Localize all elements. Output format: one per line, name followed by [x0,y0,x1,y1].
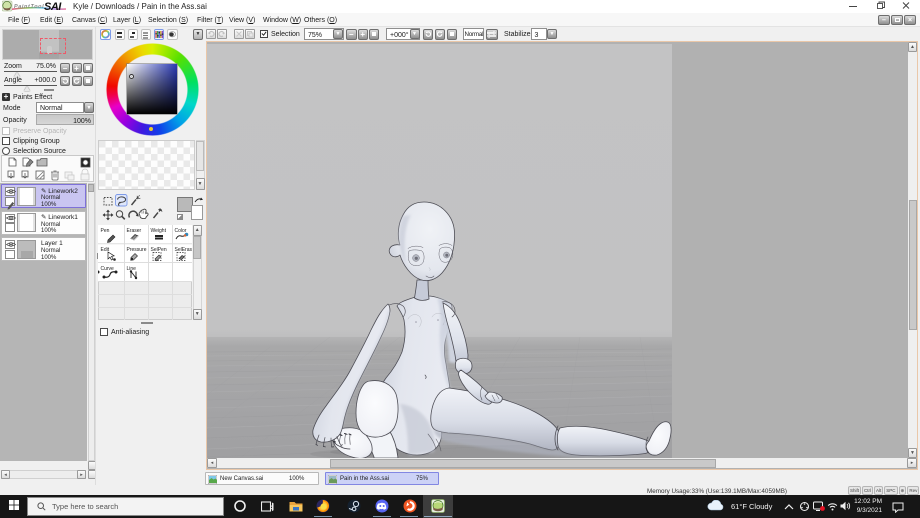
svg-text:SelEras: SelEras [175,247,193,253]
svg-text:Curve: Curve [101,266,115,272]
svg-text:Pen: Pen [101,228,110,234]
svg-text:PaintTool: PaintTool [14,4,44,10]
svg-text:Eraser: Eraser [127,228,142,234]
svg-text:SelPen: SelPen [151,247,167,253]
svg-text:SAI: SAI [44,1,62,13]
svg-text:Weight: Weight [151,228,167,234]
svg-text:Pressure: Pressure [127,247,147,253]
svg-text:Color: Color [175,228,187,234]
